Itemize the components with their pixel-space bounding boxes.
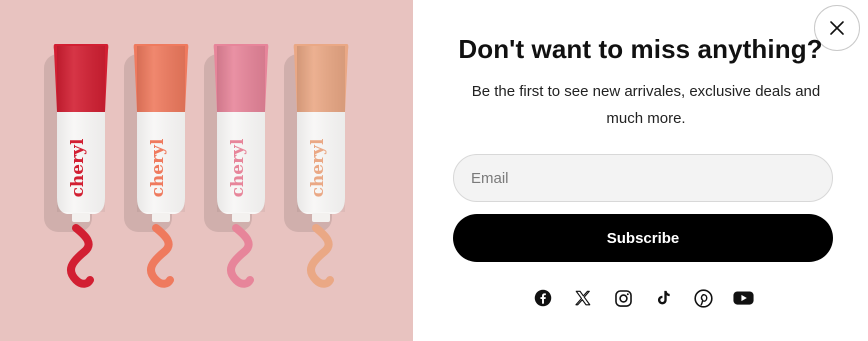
lip-tint-tubes-image: cheryl cheryl cheryl cheryl: [44, 44, 349, 288]
email-input[interactable]: [453, 154, 833, 202]
tube-nozzle: [152, 213, 170, 222]
tube-nozzle: [232, 213, 250, 222]
facebook-icon: [534, 289, 552, 307]
tube-cap-shading: [217, 46, 265, 112]
newsletter-popup: cheryl cheryl cheryl cheryl Don't want to m…: [0, 0, 868, 341]
popup-content: Don't want to miss anything? Be the firs…: [413, 0, 868, 341]
social-link-pinterest[interactable]: [691, 286, 715, 310]
tube-cap-shading: [137, 46, 185, 112]
social-links: [531, 286, 755, 310]
popup-subtext: Be the first to see new arrivales, exclu…: [471, 83, 821, 127]
pinterest-icon: [693, 288, 713, 308]
social-link-x[interactable]: [571, 286, 595, 310]
tube-nozzle: [72, 213, 90, 222]
x-icon: [575, 290, 591, 306]
social-link-instagram[interactable]: [611, 286, 635, 310]
popup-headline: Don't want to miss anything?: [458, 34, 823, 64]
tube-brand-logo: cheryl: [148, 138, 168, 197]
product-swirl: [146, 224, 174, 288]
product-image: cheryl cheryl cheryl cheryl: [0, 0, 413, 341]
product-swirl: [226, 224, 254, 288]
instagram-icon: [614, 289, 632, 307]
youtube-icon: [732, 291, 754, 305]
product-swirl: [66, 224, 94, 288]
tube-brand-logo: cheryl: [68, 138, 88, 197]
tube-cap-shading: [57, 46, 105, 112]
tube-nozzle: [312, 213, 330, 222]
tube-brand-logo: cheryl: [228, 138, 248, 197]
product-swirl: [306, 224, 334, 288]
tube-cap-shading: [297, 46, 345, 112]
tiktok-icon: [657, 290, 670, 305]
social-link-tiktok[interactable]: [651, 286, 675, 310]
subscribe-button[interactable]: Subscribe: [453, 214, 833, 262]
tube-brand-logo: cheryl: [308, 138, 328, 197]
social-link-facebook[interactable]: [531, 286, 555, 310]
social-link-youtube[interactable]: [731, 286, 755, 310]
